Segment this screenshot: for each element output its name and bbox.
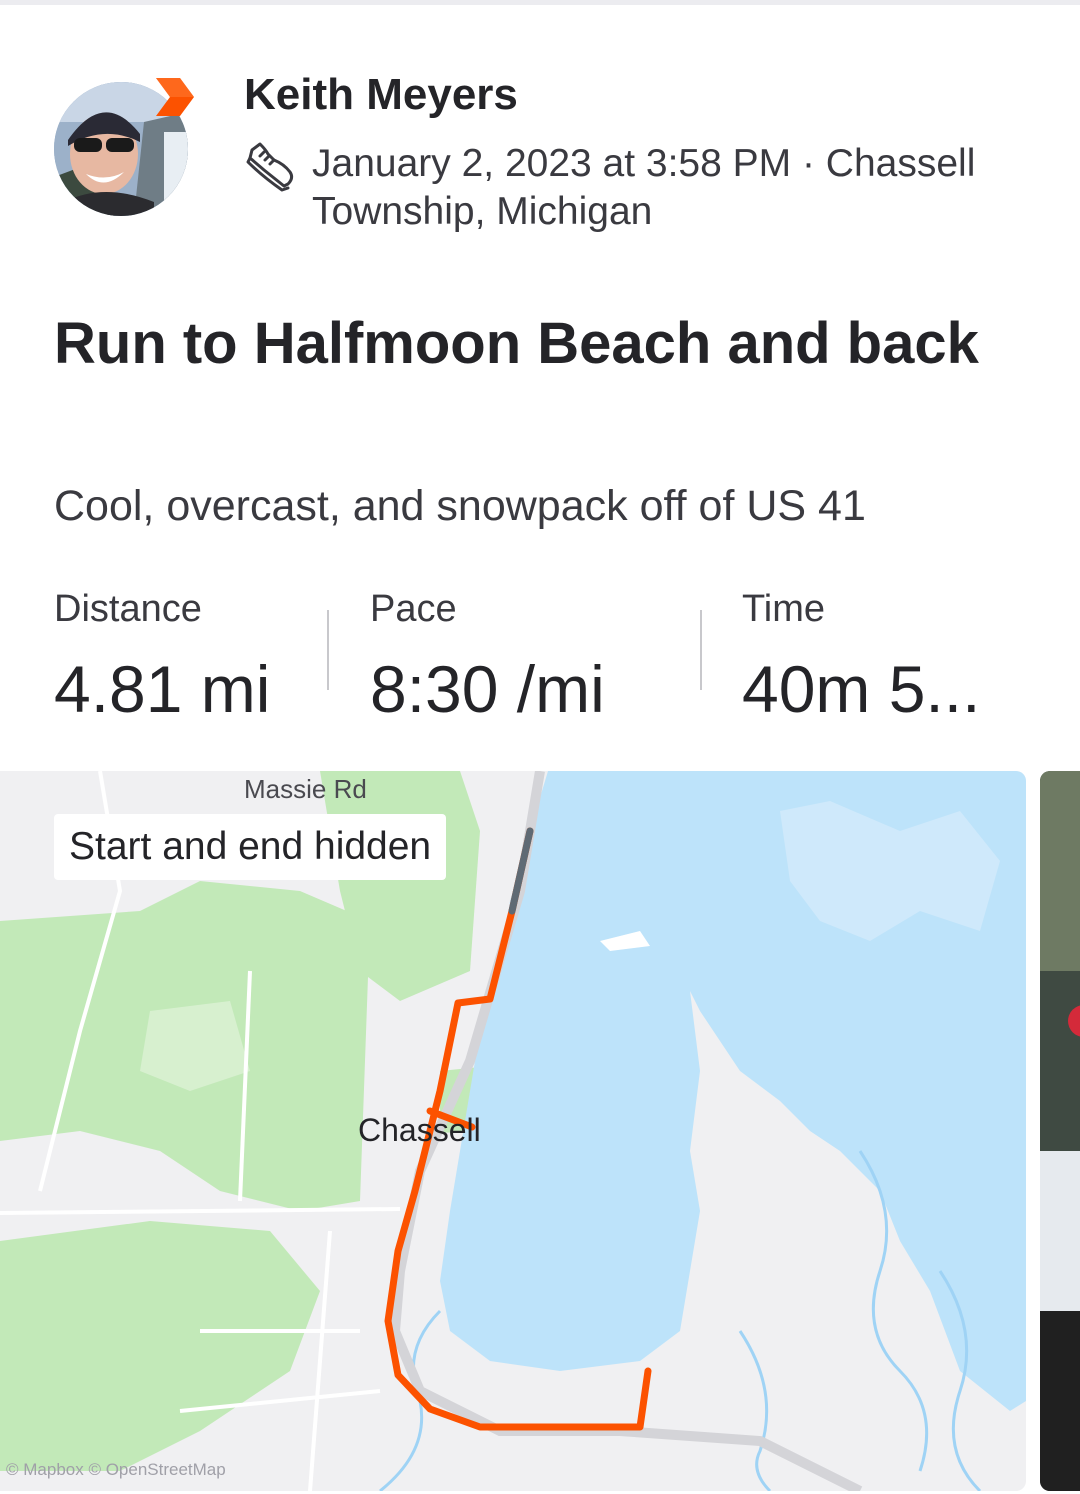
stat-label: Time — [742, 588, 826, 630]
stat-value: 40m 5... — [742, 652, 981, 726]
top-divider — [0, 0, 1080, 5]
stat-label: Distance — [54, 588, 202, 630]
activity-title[interactable]: Run to Halfmoon Beach and back — [54, 304, 1014, 384]
privacy-label: Start and end hidden — [54, 814, 447, 880]
stat-divider — [327, 610, 329, 690]
map-road-label: Massie Rd — [244, 774, 367, 804]
activity-date-location: January 2, 2023 at 3:58 PM · Chassell To… — [312, 142, 976, 233]
stat-time: Time 40m 5... — [742, 588, 980, 727]
stat-pace: Pace 8:30 /mi — [370, 588, 605, 727]
stat-label: Pace — [370, 588, 457, 630]
activity-description: Cool, overcast, and snowpack off of US 4… — [54, 482, 866, 530]
photo-thumbnail[interactable] — [1040, 771, 1080, 1491]
stat-value: 8:30 /mi — [370, 652, 605, 726]
stat-value: 4.81 mi — [54, 652, 271, 726]
chevron-badge-icon — [156, 78, 194, 116]
athlete-name[interactable]: Keith Meyers — [244, 70, 518, 120]
map-attribution[interactable]: © Mapbox © OpenStreetMap — [6, 1460, 226, 1480]
stat-distance: Distance 4.81 mi — [54, 588, 270, 727]
map-town-label: Chassell — [358, 1112, 481, 1148]
stat-divider — [700, 610, 702, 690]
shoe-icon — [246, 142, 294, 192]
